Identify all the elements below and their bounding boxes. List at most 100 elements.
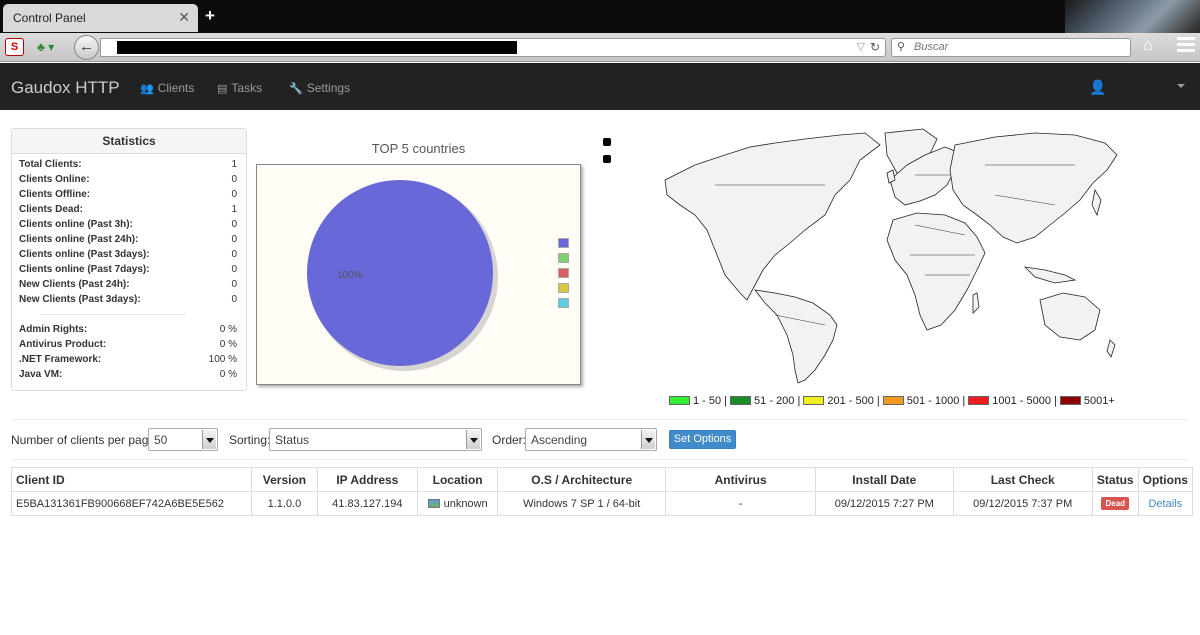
stat-label: Clients Dead: bbox=[19, 204, 83, 215]
order-select[interactable]: Ascending bbox=[525, 428, 657, 451]
stat-label: New Clients (Past 3days): bbox=[19, 294, 141, 305]
map-madagascar bbox=[972, 292, 980, 314]
map-legend-swatch bbox=[669, 396, 690, 405]
col-location[interactable]: Location bbox=[416, 467, 499, 492]
stat-label: Antivirus Product: bbox=[19, 339, 107, 350]
cell-version: 1.1.0.0 bbox=[251, 491, 318, 516]
world-map bbox=[664, 128, 1118, 384]
col-last-check[interactable]: Last Check bbox=[952, 467, 1093, 492]
search-icon: ⚲ bbox=[897, 41, 906, 53]
stat-label: New Clients (Past 24h): bbox=[19, 279, 130, 290]
map-legend-swatch bbox=[730, 396, 752, 405]
nav-clients[interactable]: 👥 Clients bbox=[140, 81, 194, 95]
stat-label: Total Clients: bbox=[19, 159, 82, 170]
menu-icon[interactable] bbox=[1177, 37, 1195, 57]
user-icon[interactable]: 👤 bbox=[1089, 79, 1106, 96]
addon-icon[interactable]: S bbox=[5, 38, 24, 56]
stat-row: New Clients (Past 24h): 0 bbox=[12, 277, 246, 292]
map-japan bbox=[1091, 188, 1102, 217]
addon-menu-icon[interactable]: ♣ ▾ bbox=[37, 40, 54, 54]
details-link[interactable]: Details bbox=[1148, 498, 1182, 510]
stat-value: 100 % bbox=[208, 354, 237, 365]
cell-last-check: 09/12/2015 7:37 PM bbox=[952, 491, 1093, 516]
map-legend-item: 5001+ bbox=[1059, 395, 1115, 407]
legend-swatch bbox=[558, 283, 569, 293]
map-africa bbox=[886, 212, 986, 331]
map-zoom-in[interactable] bbox=[603, 138, 611, 146]
url-bar[interactable]: ▽ ↻ bbox=[100, 38, 886, 57]
map-legend-swatch bbox=[882, 396, 904, 405]
reload-icon[interactable]: ↻ bbox=[870, 40, 880, 54]
map-legend-label: 1001 - 5000 | bbox=[992, 395, 1057, 407]
stat-value: 0 bbox=[231, 249, 237, 260]
order-label: Order: bbox=[492, 433, 527, 447]
col-client-id[interactable]: Client ID bbox=[10, 467, 253, 492]
map-zoom-out[interactable] bbox=[603, 155, 611, 163]
col-antivirus[interactable]: Antivirus bbox=[665, 467, 817, 492]
stat-row: Admin Rights: 0 % bbox=[12, 322, 246, 337]
new-tab-icon[interactable]: + bbox=[205, 6, 215, 26]
stat-value: 0 % bbox=[219, 339, 237, 350]
nav-tasks-label: Tasks bbox=[231, 81, 263, 95]
stat-label: Clients Online: bbox=[19, 174, 90, 185]
map-asia bbox=[949, 132, 1118, 244]
pie-chart: 100% bbox=[256, 164, 581, 385]
stat-row: Clients Dead: 1 bbox=[12, 202, 246, 217]
list-icon: ▤ bbox=[217, 83, 228, 95]
statistics-panel: Statistics Total Clients: 1 Clients Online… bbox=[11, 128, 247, 391]
stat-row: Clients online (Past 24h): 0 bbox=[12, 232, 246, 247]
stat-row: Clients online (Past 3h): 0 bbox=[12, 217, 246, 232]
sorting-value: Status bbox=[275, 433, 310, 447]
stat-row: Clients Offline: 0 bbox=[12, 187, 246, 202]
col-install-date[interactable]: Install Date bbox=[815, 467, 954, 492]
stat-value: 0 bbox=[231, 294, 237, 305]
nav-tasks[interactable]: ▤ Tasks bbox=[217, 81, 262, 95]
col-os[interactable]: O.S / Architecture bbox=[497, 467, 667, 492]
col-options[interactable]: Options bbox=[1137, 467, 1194, 492]
set-options-button[interactable]: Set Options bbox=[669, 430, 736, 449]
chevron-down-icon[interactable] bbox=[641, 430, 655, 449]
redacted-url bbox=[117, 41, 517, 54]
brand[interactable]: Gaudox HTTP bbox=[11, 78, 120, 98]
cell-ip: 41.83.127.194 bbox=[316, 491, 418, 516]
legend-swatch bbox=[558, 268, 569, 278]
flag-icon bbox=[427, 498, 440, 508]
stat-row: Clients online (Past 7days): 0 bbox=[12, 262, 246, 277]
dropdown-icon[interactable]: ▽ bbox=[857, 40, 865, 53]
statistics-title: Statistics bbox=[12, 129, 246, 154]
stat-value: 0 bbox=[231, 279, 237, 290]
stat-value: 0 bbox=[231, 189, 237, 200]
nav-settings[interactable]: 🔧 Settings bbox=[289, 81, 350, 95]
home-icon[interactable]: ⌂ bbox=[1143, 37, 1153, 55]
close-tab-icon[interactable]: ✕ bbox=[178, 9, 190, 26]
sorting-select[interactable]: Status bbox=[269, 428, 482, 451]
user-dropdown-icon[interactable] bbox=[1177, 84, 1185, 88]
back-button[interactable]: ← bbox=[74, 35, 99, 60]
map-legend-swatch bbox=[803, 396, 825, 405]
stat-label: .NET Framework: bbox=[19, 354, 102, 365]
map-legend-label: 201 - 500 | bbox=[827, 395, 880, 407]
map-legend-label: 5001+ bbox=[1083, 395, 1115, 407]
sorting-label: Sorting: bbox=[229, 433, 271, 447]
chevron-down-icon[interactable] bbox=[466, 430, 480, 449]
col-status[interactable]: Status bbox=[1091, 467, 1139, 492]
stat-label: Clients online (Past 24h): bbox=[19, 234, 139, 245]
search-placeholder: Buscar bbox=[914, 41, 949, 53]
chevron-down-icon[interactable] bbox=[202, 430, 216, 449]
col-ip-address[interactable]: IP Address bbox=[316, 467, 418, 492]
stat-value: 0 % bbox=[219, 369, 237, 380]
browser-tab[interactable]: Control Panel ✕ bbox=[3, 4, 198, 32]
col-version[interactable]: Version bbox=[251, 467, 318, 492]
stat-value: 0 bbox=[231, 174, 237, 185]
app-navbar: Gaudox HTTP 👥 Clients ▤ Tasks 🔧 Settings 👤 bbox=[0, 63, 1200, 110]
cell-os: Windows 7 SP 1 / 64-bit bbox=[497, 491, 667, 516]
pie-slice-label: 100% bbox=[337, 270, 363, 281]
table-row: E5BA131361FB900668EF742A6BE5E562 1.1.0.0… bbox=[10, 491, 1194, 516]
divider bbox=[11, 419, 1189, 420]
map-legend-item: 51 - 200 | bbox=[730, 395, 800, 407]
search-input[interactable]: ⚲ Buscar bbox=[891, 38, 1131, 57]
cell-status: Dead bbox=[1091, 491, 1139, 516]
per-page-select[interactable]: 50 bbox=[148, 428, 218, 451]
pie-svg bbox=[307, 180, 498, 371]
stat-value: 0 % bbox=[219, 324, 237, 335]
